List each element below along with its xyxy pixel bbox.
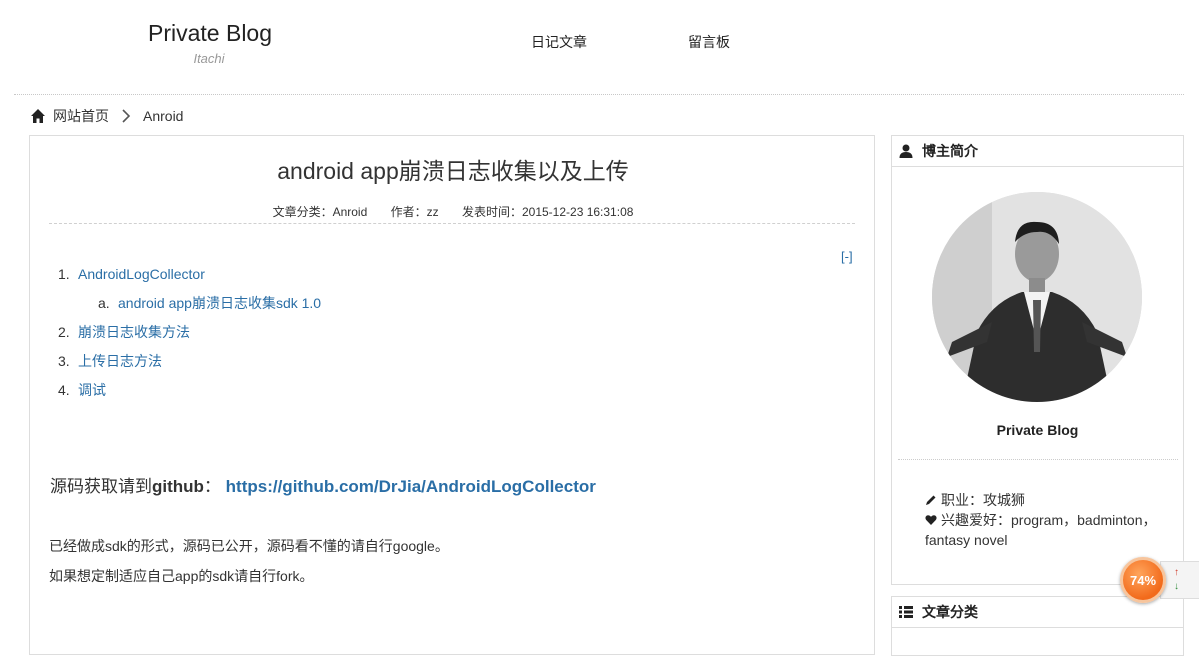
toc-link-upload[interactable]: 上传日志方法 xyxy=(78,353,162,369)
about-panel-header: 博主简介 xyxy=(892,136,1183,167)
header-divider xyxy=(14,94,1184,95)
article-meta: 文章分类：Anroid 作者：zz 发表时间：2015-12-23 16:31:… xyxy=(0,203,906,220)
toc-link-debug[interactable]: 调试 xyxy=(78,382,106,398)
toc-link-crash-collection[interactable]: 崩溃日志收集方法 xyxy=(78,324,190,340)
site-title[interactable]: Private Blog xyxy=(148,18,272,48)
categories-panel: 文章分类 xyxy=(891,596,1184,656)
toc-link-androidlogcollector[interactable]: AndroidLogCollector xyxy=(78,266,205,282)
toc-toggle-button[interactable]: [-] xyxy=(841,249,853,264)
table-of-contents: 1. AndroidLogCollector a. android app崩溃日志收… xyxy=(58,264,321,409)
site-brand[interactable]: Private Blog Itachi xyxy=(148,18,272,68)
toc-item: 1. AndroidLogCollector xyxy=(58,266,205,282)
toc-item: 3. 上传日志方法 xyxy=(58,353,162,369)
github-link[interactable]: https://github.com/DrJia/AndroidLogColle… xyxy=(226,477,596,496)
source-line: 源码获取请到github： https://github.com/DrJia/A… xyxy=(50,477,596,496)
toc-link-sdk[interactable]: android app崩溃日志收集sdk 1.0 xyxy=(118,295,321,311)
categories-panel-title: 文章分类 xyxy=(922,604,978,620)
meta-divider xyxy=(49,223,855,224)
breadcrumb: 网站首页 Anroid xyxy=(30,106,183,126)
user-icon xyxy=(899,144,913,158)
heart-icon xyxy=(925,515,937,525)
nav-diary-articles[interactable]: 日记文章 xyxy=(531,32,587,52)
job-row: 职业：攻城狮 xyxy=(925,490,1170,510)
arrow-up-icon[interactable]: ↑ xyxy=(1174,567,1179,578)
nav-message-board[interactable]: 留言板 xyxy=(688,32,730,52)
avatar xyxy=(932,192,1142,402)
toc-item: 4. 调试 xyxy=(58,382,106,398)
arrow-down-icon[interactable]: ↓ xyxy=(1174,581,1179,592)
list-icon xyxy=(899,606,913,618)
site-subtitle: Itachi xyxy=(193,51,225,66)
about-divider xyxy=(898,459,1178,460)
article-author: 作者：zz xyxy=(390,205,439,219)
article-category[interactable]: 文章分类：Anroid xyxy=(273,205,368,219)
hobbies-row: 兴趣爱好：program，badminton，fantasy novel xyxy=(925,510,1170,550)
pencil-icon xyxy=(926,495,936,505)
about-panel: 博主简介 Private Blog 职业：攻城狮 兴趣爱好：program，ba… xyxy=(891,135,1184,585)
breadcrumb-home[interactable]: 网站首页 xyxy=(53,106,109,126)
article-paragraph: 已经做成sdk的形式，源码已公开，源码看不懂的请自行google。 xyxy=(49,538,449,554)
article-date: 发表时间：2015-12-23 16:31:08 xyxy=(461,205,634,219)
article-paragraph: 如果想定制适应自己app的sdk请自行fork。 xyxy=(49,568,314,584)
hobbies-text: 兴趣爱好：program，badminton，fantasy novel xyxy=(925,512,1157,548)
toc-item: a. android app崩溃日志收集sdk 1.0 xyxy=(98,295,322,311)
blogger-info: 职业：攻城狮 兴趣爱好：program，badminton，fantasy no… xyxy=(925,490,1170,550)
chevron-right-icon xyxy=(122,109,131,123)
breadcrumb-current[interactable]: Anroid xyxy=(143,108,183,124)
toc-item: 2. 崩溃日志收集方法 xyxy=(58,324,190,340)
avatar-photo xyxy=(932,192,1142,402)
article-title: android app崩溃日志收集以及上传 xyxy=(277,158,629,184)
job-text: 职业：攻城狮 xyxy=(941,492,1025,508)
about-panel-title: 博主简介 xyxy=(922,143,978,159)
home-icon[interactable] xyxy=(30,108,46,124)
blogger-name: Private Blog xyxy=(996,422,1079,438)
memory-progress-badge[interactable]: 74% xyxy=(1120,557,1166,603)
